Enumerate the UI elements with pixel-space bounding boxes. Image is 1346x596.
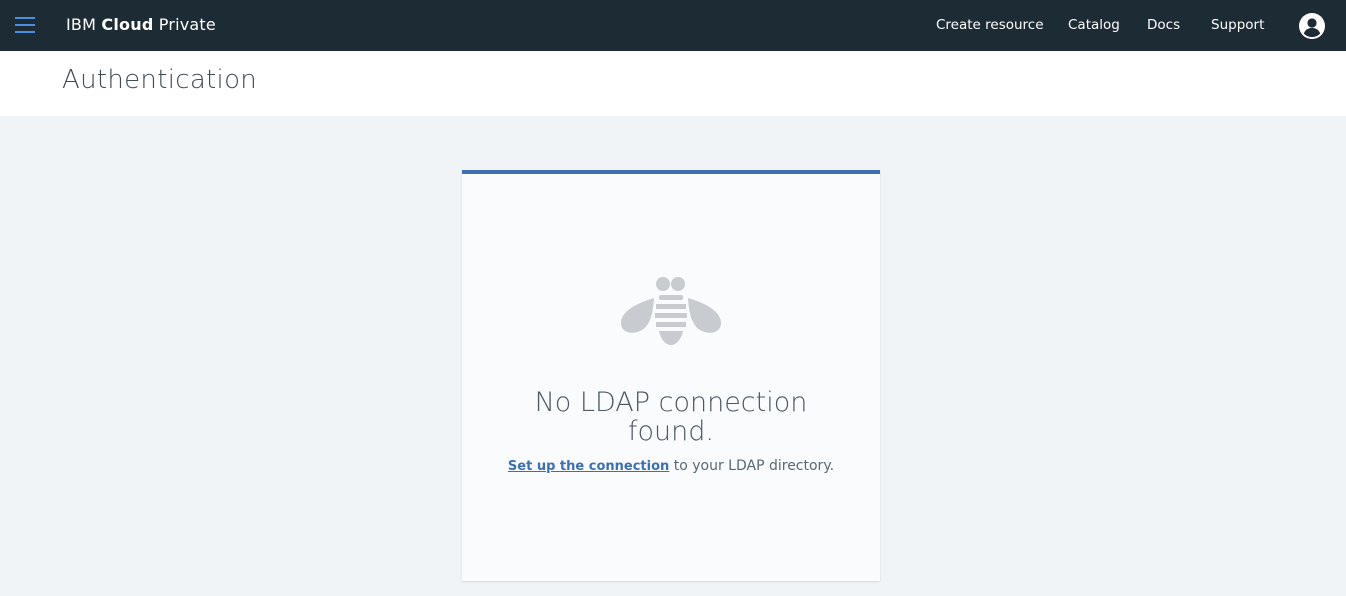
user-avatar-icon[interactable] xyxy=(1299,13,1325,39)
page-title: Authentication xyxy=(62,65,258,95)
empty-state-description: Set up the connection to your LDAP direc… xyxy=(462,458,880,474)
brand-suffix: Private xyxy=(158,15,216,34)
brand-bold: Cloud xyxy=(101,15,154,34)
setup-connection-link[interactable]: Set up the connection xyxy=(508,459,669,474)
hamburger-menu-icon[interactable] xyxy=(15,17,35,33)
nav-catalog[interactable]: Catalog xyxy=(1068,17,1120,33)
top-navigation-bar: IBM Cloud Private Create resource Catalo… xyxy=(0,0,1346,51)
brand-prefix: IBM xyxy=(66,15,97,34)
bee-icon xyxy=(620,274,722,346)
brand-logo[interactable]: IBM Cloud Private xyxy=(66,15,216,34)
page-header: Authentication xyxy=(0,51,1346,116)
empty-state-title: No LDAP connection found. xyxy=(534,387,808,447)
nav-create-resource[interactable]: Create resource xyxy=(936,17,1044,33)
nav-docs[interactable]: Docs xyxy=(1147,17,1180,33)
empty-state-desc-suffix: to your LDAP directory. xyxy=(669,458,835,474)
empty-state-card: No LDAP connection found. Set up the conn… xyxy=(462,170,880,581)
nav-support[interactable]: Support xyxy=(1211,17,1264,33)
